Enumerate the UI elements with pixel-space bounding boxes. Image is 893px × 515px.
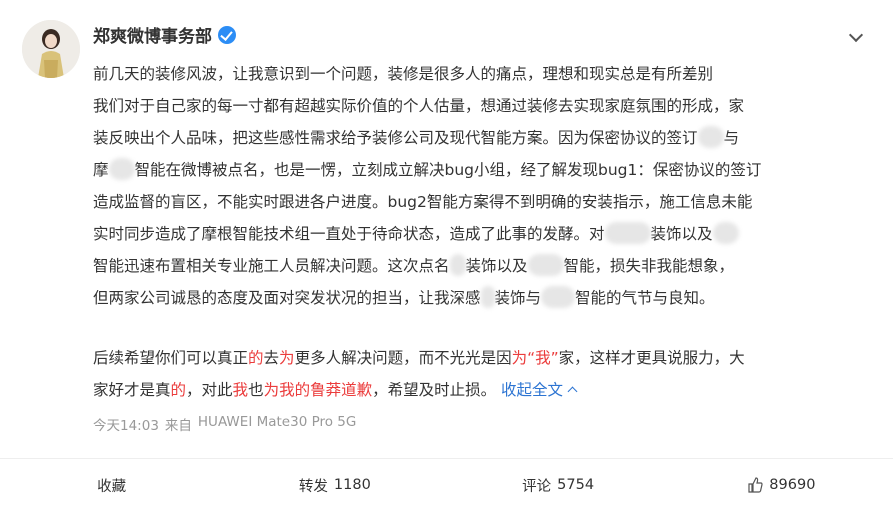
post-time[interactable]: 今天14:03 <box>93 414 159 434</box>
post-line: 摩智能在微博被点名，也是一愣，立刻成立解决bug小组，经了解发现bug1：保密协… <box>93 154 865 186</box>
blurred-text <box>108 158 135 180</box>
comment-label: 评论 <box>522 478 552 495</box>
post-content: 前几天的装修风波，让我意识到一个问题，装修是很多人的痛点，理想和现实总是有所差别… <box>93 58 865 406</box>
collapse-link[interactable]: 收起全文 <box>501 381 578 399</box>
chevron-up-icon <box>567 386 578 397</box>
post-line: 实时同步造成了摩根智能技术组一直处于待命状态，造成了此事的发酵。对 装饰以及 <box>93 218 865 250</box>
device-name[interactable]: HUAWEI Mate30 Pro 5G <box>198 414 356 434</box>
favorite-button[interactable]: 收藏 <box>0 459 223 511</box>
post-line: 前几天的装修风波，让我意识到一个问题，装修是很多人的痛点，理想和现实总是有所差别 <box>93 65 714 83</box>
blurred-text <box>527 254 564 276</box>
blurred-text <box>449 254 466 276</box>
user-name-text[interactable]: 郑爽微博事务部 <box>93 22 212 47</box>
post-line: 但两家公司诚恳的态度及面对突发状况的担当，让我深感 装饰与 智能的气节与良知。 <box>93 282 865 314</box>
repost-label: 转发 <box>298 478 328 495</box>
avatar[interactable] <box>22 20 80 78</box>
post-line: 我们对于自己家的每一寸都有超越实际价值的个人估量，想通过装修去实现家庭氛围的形成… <box>93 97 745 115</box>
user-name[interactable]: 郑爽微博事务部 <box>93 22 236 47</box>
verified-icon <box>218 25 236 44</box>
like-button[interactable]: 89690 <box>670 459 893 511</box>
blurred-text <box>712 222 739 244</box>
post-meta: 今天14:03 来自 HUAWEI Mate30 Pro 5G <box>93 414 356 434</box>
chevron-down-icon[interactable] <box>848 30 864 42</box>
favorite-label: 收藏 <box>97 478 127 495</box>
post-line: 造成监督的盲区，不能实时跟进各户进度。bug2智能方案得不到明确的安装指示，施工… <box>93 193 753 211</box>
blurred-text <box>604 222 651 244</box>
source-prefix: 来自 <box>164 418 192 434</box>
action-bar: 收藏 转发 1180 评论 5754 89690 <box>0 458 893 511</box>
repost-button[interactable]: 转发 1180 <box>223 459 446 511</box>
blurred-text <box>541 286 576 308</box>
post-line: 智能迅速布置相关专业施工人员解决问题。这次点名 装饰以及 智能，损失非我能想象， <box>93 250 865 282</box>
comment-count: 5754 <box>557 477 595 493</box>
post-line: 家好才是真的，对此我也为我的鲁莽道歉，希望及时止损。 收起全文 <box>93 374 865 406</box>
post-line: 装反映出个人品味，把这些感性需求给予装修公司及现代智能方案。因为保密协议的签订与 <box>93 122 865 154</box>
comment-button[interactable]: 评论 5754 <box>447 459 670 511</box>
post-line: 后续希望你们可以真正的去为更多人解决问题，而不光光是因为“我”家，这样才更具说服… <box>93 349 745 367</box>
blurred-text <box>480 286 495 308</box>
blurred-text <box>697 126 724 148</box>
repost-count: 1180 <box>333 477 371 493</box>
like-count: 89690 <box>769 477 816 493</box>
thumbs-up-icon <box>747 477 763 493</box>
